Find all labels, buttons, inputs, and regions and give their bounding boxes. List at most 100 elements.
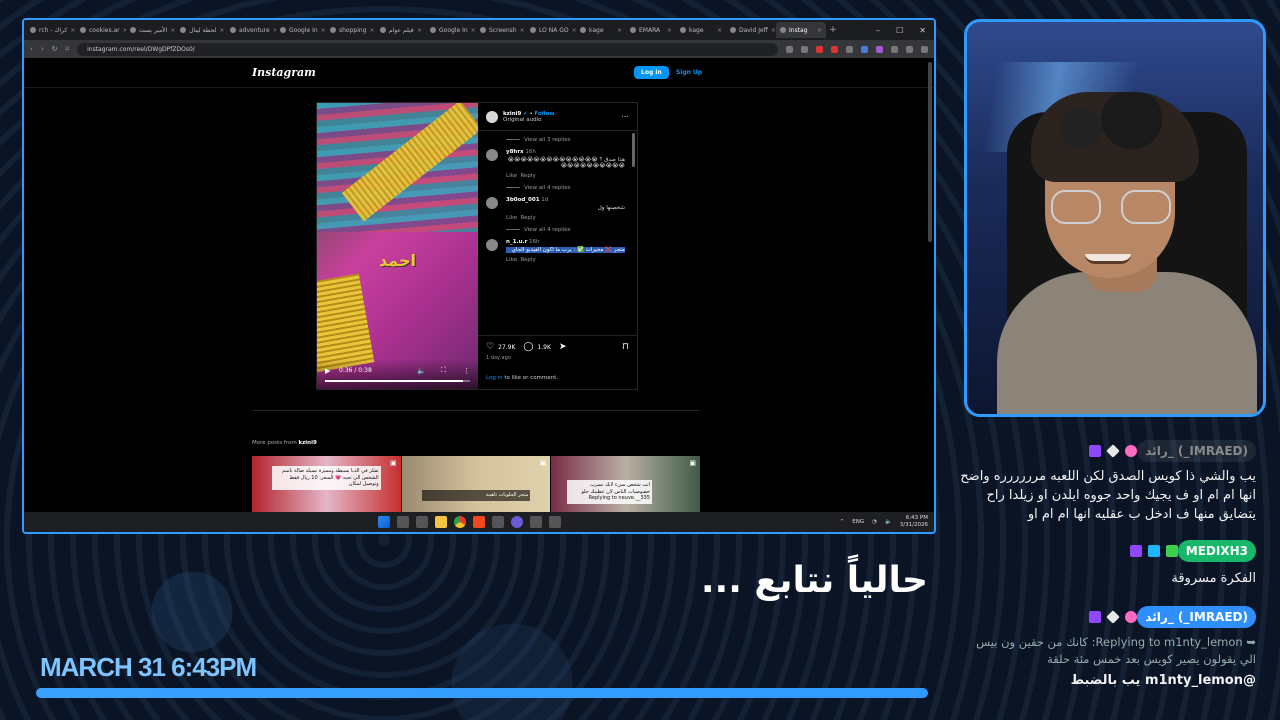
post-thumbnail[interactable]: ▣ انت شخص سيء لانك تسرب خصوصيات الناس لان…	[551, 456, 700, 516]
brave-icon[interactable]	[473, 516, 485, 528]
forward-icon[interactable]: ›	[41, 45, 44, 53]
heart-icon[interactable]: ♡	[486, 342, 494, 352]
browser-tab[interactable]: kage ×	[676, 22, 726, 38]
lang-indicator[interactable]: ENG	[852, 519, 864, 525]
browser-tab[interactable]: David Jeff ×	[726, 22, 776, 38]
browser-tab[interactable]: kage ×	[576, 22, 626, 38]
settings-icon[interactable]	[397, 516, 409, 528]
audio-label[interactable]: Original audio	[503, 117, 554, 123]
chrome-icon[interactable]	[454, 516, 466, 528]
commenter-avatar[interactable]	[486, 239, 498, 251]
video-progress[interactable]	[325, 380, 470, 382]
volume-icon[interactable]: 🔈	[885, 519, 892, 525]
author-avatar[interactable]	[486, 110, 498, 123]
wifi-icon[interactable]: ◔	[872, 519, 877, 525]
view-replies-link[interactable]: View all 4 replies	[484, 227, 625, 233]
more-vertical-icon[interactable]: ⋮	[463, 367, 470, 375]
comment-reply-link[interactable]: Reply	[520, 173, 535, 179]
folder-icon[interactable]	[435, 516, 447, 528]
close-tab-icon[interactable]: ×	[471, 27, 476, 34]
comments-scrollbar[interactable]	[632, 133, 635, 333]
close-tab-icon[interactable]: ×	[667, 27, 672, 34]
browser-tab[interactable]: Instag ×	[776, 22, 826, 38]
close-tab-icon[interactable]: ×	[170, 27, 175, 34]
view-replies-link[interactable]: View all 3 replies	[484, 137, 625, 143]
fullscreen-icon[interactable]: ⛶	[441, 366, 446, 375]
share-icon[interactable]: ➤	[559, 342, 567, 352]
comment-like-link[interactable]: Like	[506, 215, 517, 221]
more-options-icon[interactable]: ⋯	[621, 112, 629, 121]
close-tab-icon[interactable]: ×	[370, 27, 375, 34]
commenter-avatar[interactable]	[486, 149, 498, 161]
new-tab-button[interactable]: +	[826, 25, 840, 35]
browser-tab[interactable]: الأمير بست ×	[126, 22, 176, 38]
follow-link[interactable]: Follow	[534, 111, 554, 117]
discord-icon[interactable]	[511, 516, 523, 528]
maximize-icon[interactable]: ☐	[896, 26, 903, 35]
steam-icon[interactable]	[492, 516, 504, 528]
page-scrollbar[interactable]	[928, 62, 932, 242]
url-bar[interactable]: instagram.com/reel/DWgDPfZDOs0/	[77, 42, 778, 56]
close-tab-icon[interactable]: ×	[717, 27, 722, 34]
browser-tab[interactable]: LO NA GO×	[526, 22, 576, 38]
extension-icon[interactable]	[846, 45, 853, 53]
play-icon[interactable]: ▶	[325, 367, 330, 375]
close-tab-icon[interactable]: ×	[520, 27, 525, 34]
reload-icon[interactable]: ↻	[52, 45, 58, 53]
menu-icon[interactable]	[921, 45, 928, 53]
cast-icon[interactable]	[786, 45, 793, 53]
more-posts-user[interactable]: kzini9	[298, 440, 316, 446]
brave-shield-icon[interactable]	[816, 45, 823, 53]
extension-icon[interactable]	[876, 45, 883, 53]
extension-icon[interactable]	[891, 45, 898, 53]
signup-link[interactable]: Sign Up	[676, 69, 702, 76]
close-tab-icon[interactable]: ×	[617, 27, 622, 34]
close-tab-icon[interactable]: ×	[321, 27, 326, 34]
extension-icon[interactable]	[861, 45, 868, 53]
comment-reply-link[interactable]: Reply	[520, 257, 535, 263]
start-icon[interactable]	[378, 516, 390, 528]
close-icon[interactable]: ✕	[919, 26, 926, 35]
bookmark-icon[interactable]: ⊓	[622, 342, 629, 352]
commenter-avatar[interactable]	[486, 197, 498, 209]
share-icon[interactable]	[801, 45, 808, 53]
close-tab-icon[interactable]: ×	[219, 27, 224, 34]
author-name[interactable]: kzini9	[503, 111, 521, 117]
comment-like-link[interactable]: Like	[506, 173, 517, 179]
login-button[interactable]: Log in	[634, 66, 669, 79]
reel-video[interactable]: احمد ▶ 0:36 / 0:38 🔈 ⛶ ⋮	[317, 103, 478, 389]
obs-icon[interactable]	[549, 516, 561, 528]
browser-tab[interactable]: adventure×	[226, 22, 276, 38]
instagram-logo[interactable]: Instagram	[252, 66, 316, 79]
minimize-icon[interactable]: –	[876, 26, 880, 35]
comment-user[interactable]: n_1.u.r	[506, 239, 527, 245]
comment-icon[interactable]: ◯	[523, 342, 533, 352]
comment-reply-link[interactable]: Reply	[520, 215, 535, 221]
browser-tab[interactable]: Screensh ×	[476, 22, 526, 38]
view-replies-link[interactable]: View all 4 replies	[484, 185, 625, 191]
clock[interactable]: 6:43 PM 3/31/2026	[900, 515, 928, 529]
bookmark-icon[interactable]: ⌑	[66, 45, 70, 53]
volume-icon[interactable]: 🔈	[417, 367, 426, 375]
post-thumbnail[interactable]: ▣ متجر الحلويات تاهينة	[401, 456, 551, 516]
comment-user[interactable]: 3b0od_001	[506, 197, 540, 203]
close-tab-icon[interactable]: ×	[70, 27, 75, 34]
browser-tab[interactable]: EMARA ×	[626, 22, 676, 38]
extension-icon[interactable]	[831, 45, 838, 53]
close-tab-icon[interactable]: ×	[417, 27, 422, 34]
chevron-up-icon[interactable]: ⌃	[840, 519, 845, 525]
monitor-icon[interactable]	[530, 516, 542, 528]
browser-tab[interactable]: فيلم عوام ×	[376, 22, 426, 38]
close-tab-icon[interactable]: ×	[817, 27, 822, 34]
post-thumbnail[interactable]: ▣ تفكر في الدبا بسيطة ومميزة بسيلة صالة ب…	[252, 456, 401, 516]
comment-user[interactable]: y8hrx	[506, 149, 524, 155]
login-prompt-link[interactable]: Log in	[486, 375, 503, 381]
browser-tab[interactable]: Google In ×	[276, 22, 326, 38]
scrollbar-thumb[interactable]	[632, 133, 635, 167]
back-icon[interactable]: ‹	[30, 45, 33, 53]
store-icon[interactable]	[416, 516, 428, 528]
browser-tab[interactable]: Google In ×	[426, 22, 476, 38]
browser-tab[interactable]: rch - كراك ×	[26, 22, 76, 38]
comment-like-link[interactable]: Like	[506, 257, 517, 263]
browser-tab[interactable]: لحظة لينال ×	[176, 22, 226, 38]
